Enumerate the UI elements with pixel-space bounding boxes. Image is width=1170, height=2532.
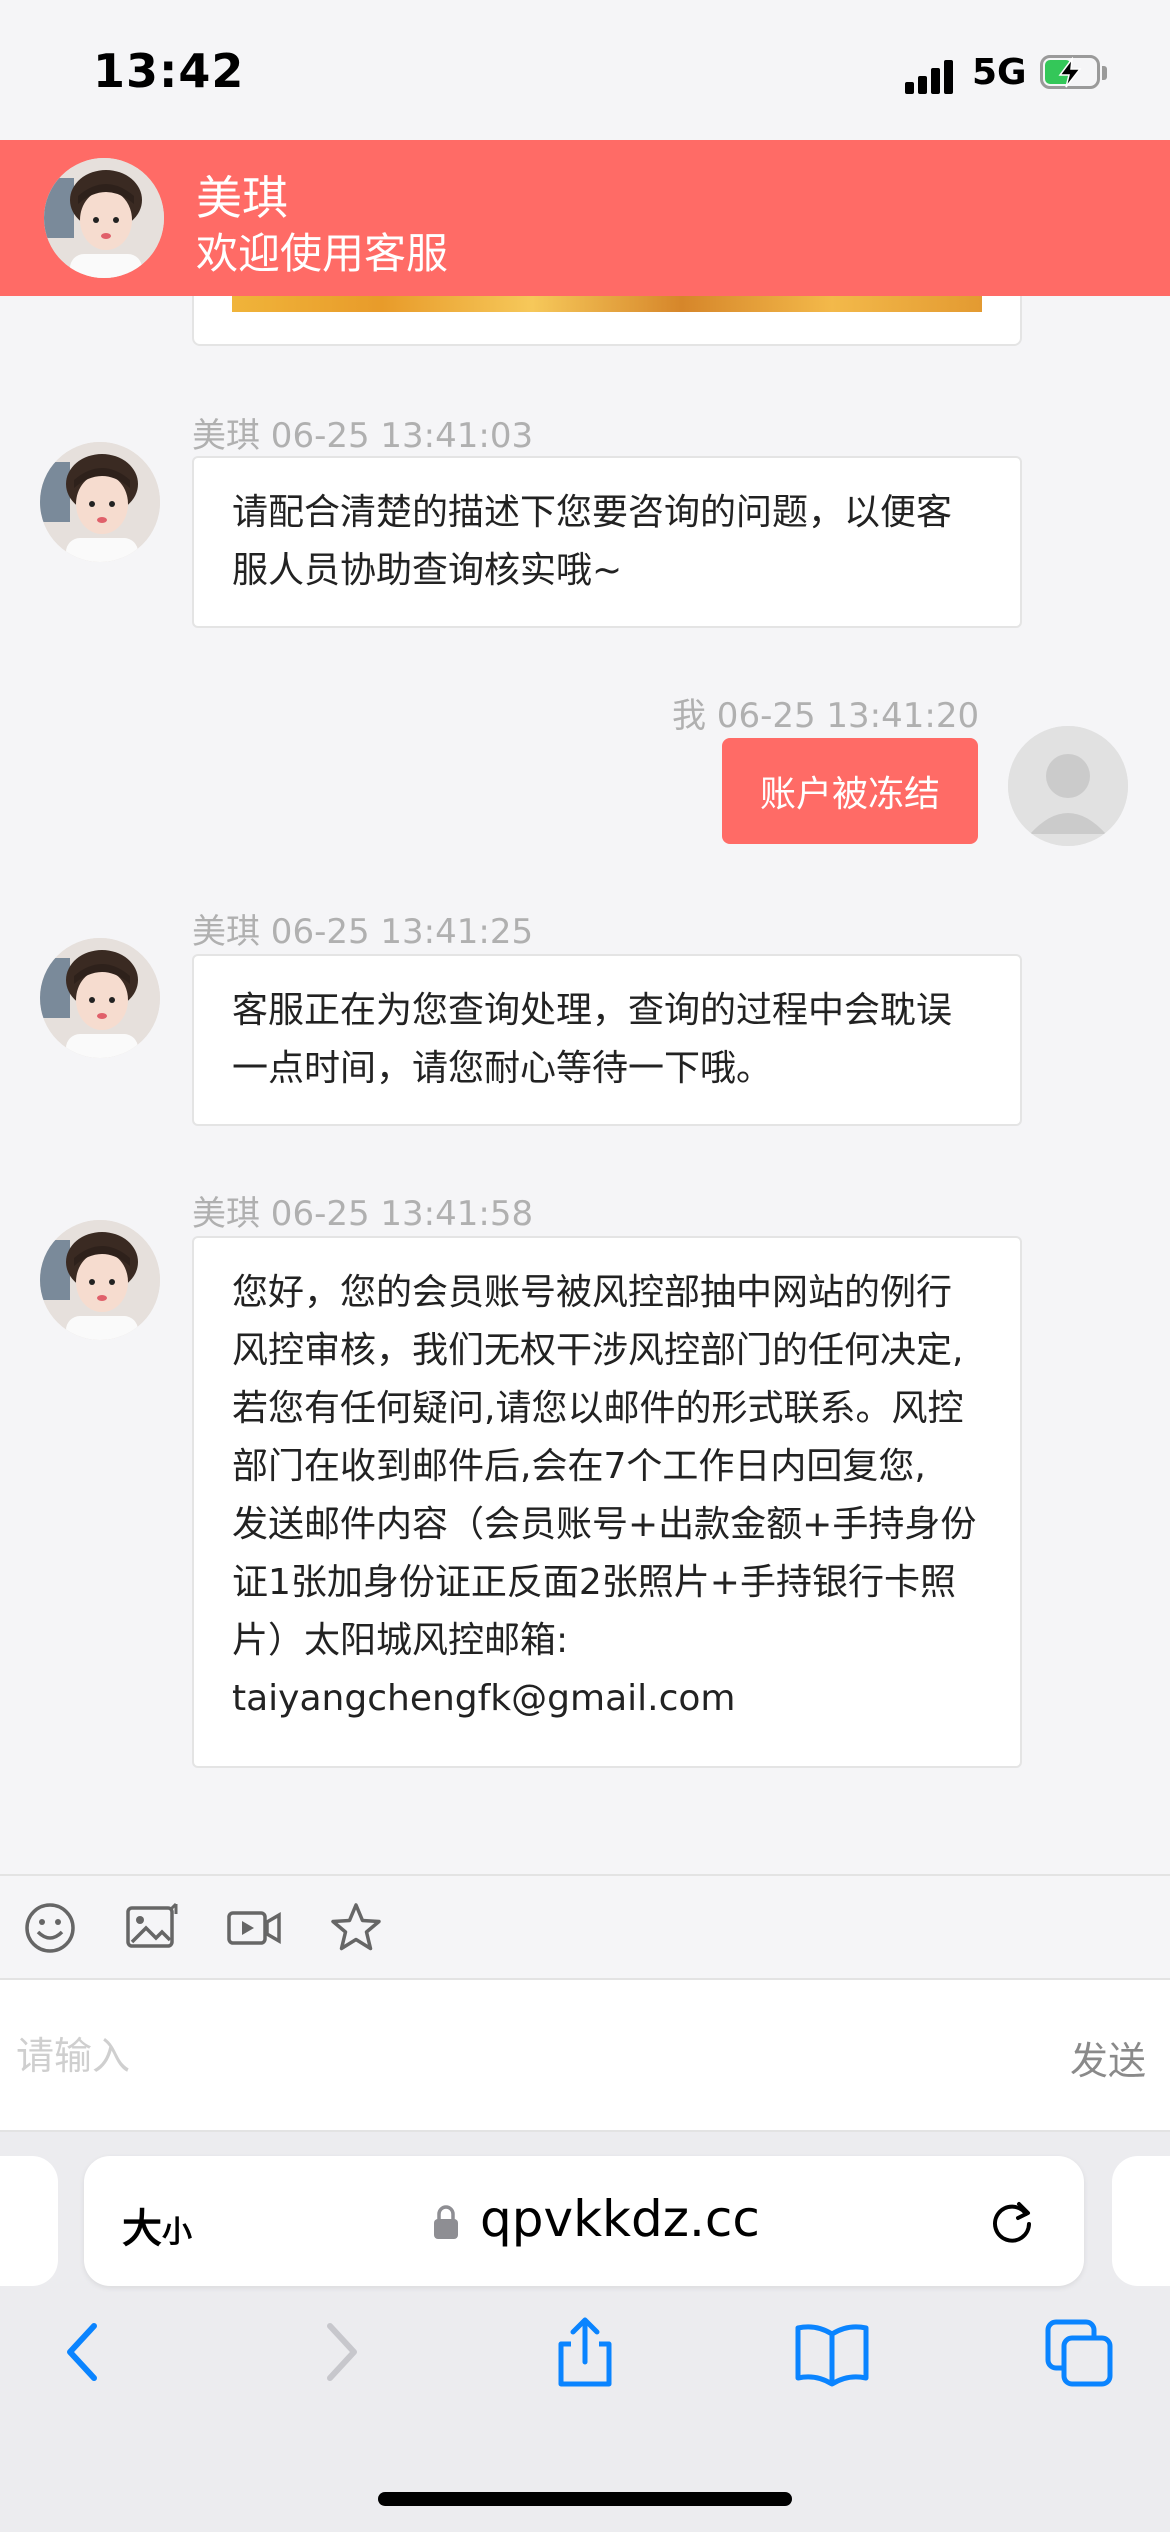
agent-avatar xyxy=(40,1220,160,1340)
address-bar[interactable]: 大小 qpvkkdz.cc xyxy=(84,2156,1084,2286)
image-icon[interactable] xyxy=(124,1900,180,1956)
lock-icon xyxy=(432,2204,460,2240)
forward-icon[interactable] xyxy=(298,2312,378,2392)
home-indicator xyxy=(378,2492,792,2506)
message-line: 若您有任何疑问,请您以邮件的形式联系。风控 xyxy=(232,1388,964,1429)
message-meta: 美琪 06-25 13:41:58 xyxy=(192,1194,534,1234)
message-meta: 美琪 06-25 13:41:25 xyxy=(192,912,534,952)
star-icon[interactable] xyxy=(328,1900,384,1956)
reload-icon[interactable] xyxy=(986,2196,1038,2248)
message-line: 服人员协助查询核实哦~ xyxy=(232,550,623,591)
message-input[interactable] xyxy=(14,2020,1018,2092)
back-icon[interactable] xyxy=(46,2312,126,2392)
message-line: 部门在收到邮件后,会在7个工作日内回复您, xyxy=(232,1446,926,1487)
browser-toolbar: 大小 qpvkkdz.cc xyxy=(0,2132,1170,2532)
next-tab-preview[interactable] xyxy=(1112,2156,1170,2286)
url-text[interactable]: qpvkkdz.cc xyxy=(480,2190,760,2248)
signal-icon xyxy=(905,58,957,94)
tabs-icon[interactable] xyxy=(1040,2312,1120,2392)
message-line: 片）太阳城风控邮箱: xyxy=(232,1620,569,1661)
user-message-bubble: 账户被冻结 xyxy=(722,738,978,844)
message-line: 请配合清楚的描述下您要咨询的问题，以便客 xyxy=(232,492,953,533)
user-avatar xyxy=(1008,726,1128,846)
send-button[interactable]: 发送 xyxy=(1070,2030,1146,2085)
agent-avatar xyxy=(40,938,160,1058)
previous-tab-preview[interactable] xyxy=(0,2156,58,2286)
message-list[interactable]: 美琪 06-25 13:41:03 请配合清楚的描述下您要咨询的问题，以便客 服… xyxy=(0,296,1170,1874)
status-time: 13:42 xyxy=(93,44,245,98)
email-address[interactable]: taiyangchengfk@gmail.com xyxy=(232,1670,982,1728)
message-line: 一点时间，请您耐心等待一下哦。 xyxy=(232,1048,773,1089)
network-label: 5G xyxy=(972,52,1027,93)
message-line: 您好，您的会员账号被风控部抽中网站的例行 xyxy=(232,1272,953,1313)
text-size-button[interactable]: 大小 xyxy=(122,2196,192,2254)
message-line: 发送邮件内容（会员账号+出款金额+手持身份 xyxy=(232,1504,977,1545)
video-icon[interactable] xyxy=(226,1900,282,1956)
bookmarks-icon[interactable] xyxy=(792,2312,872,2392)
agent-message-bubble: 请配合清楚的描述下您要咨询的问题，以便客 服人员协助查询核实哦~ xyxy=(192,456,1022,628)
battery-icon xyxy=(1040,55,1110,93)
agent-avatar xyxy=(40,442,160,562)
message-meta: 我 06-25 13:41:20 xyxy=(672,696,980,736)
agent-avatar xyxy=(44,158,164,278)
message-line: 证1张加身份证正反面2张照片+手持银行卡照 xyxy=(232,1562,956,1603)
image-message-card[interactable] xyxy=(192,296,1022,346)
chat-header: 美琪 欢迎使用客服 xyxy=(0,140,1170,296)
agent-name: 美琪 xyxy=(196,171,288,225)
emoji-icon[interactable] xyxy=(22,1900,78,1956)
message-input-row: 发送 xyxy=(0,1980,1170,2132)
header-subtitle: 欢迎使用客服 xyxy=(196,229,449,278)
agent-message-bubble: 客服正在为您查询处理，查询的过程中会耽误 一点时间，请您耐心等待一下哦。 xyxy=(192,954,1022,1126)
message-line: 风控审核，我们无权干涉风控部门的任何决定, xyxy=(232,1330,964,1371)
status-bar: 13:42 5G xyxy=(0,0,1170,140)
agent-message-bubble: 您好，您的会员账号被风控部抽中网站的例行 风控审核，我们无权干涉风控部门的任何决… xyxy=(192,1236,1022,1768)
share-icon[interactable] xyxy=(545,2312,625,2392)
message-meta: 美琪 06-25 13:41:03 xyxy=(192,416,534,456)
message-line: 客服正在为您查询处理，查询的过程中会耽误 xyxy=(232,990,953,1031)
chat-toolbar xyxy=(0,1874,1170,1980)
